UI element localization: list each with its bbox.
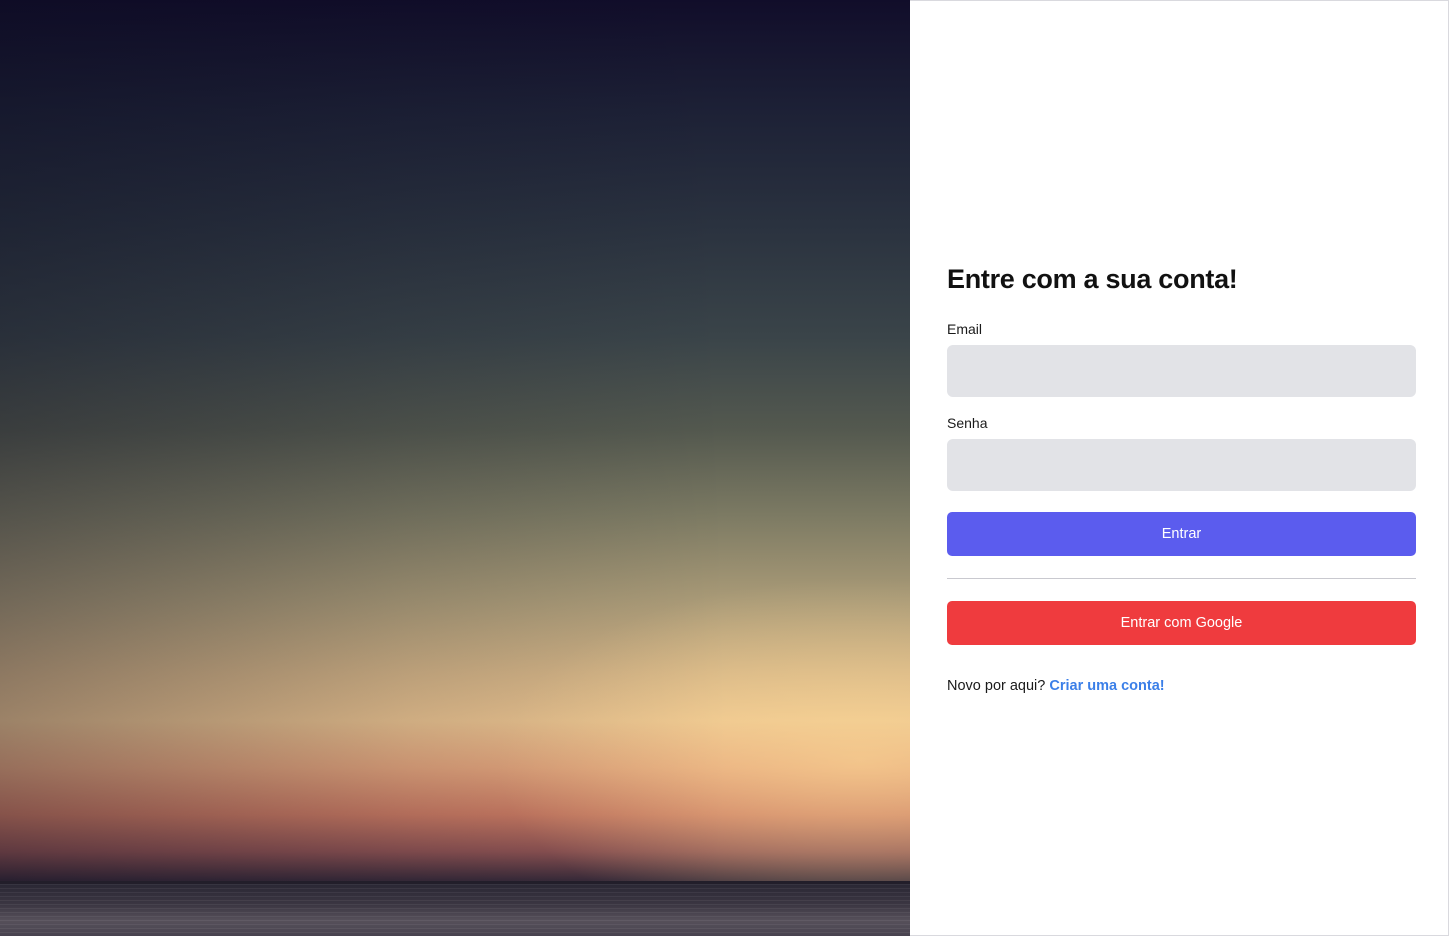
email-label: Email — [947, 321, 983, 337]
divider — [947, 578, 1416, 579]
sea-surface — [0, 884, 910, 936]
signup-prompt-text: Novo por aqui? — [947, 678, 1046, 694]
login-form: Entre com a sua conta! Email Senha Entra… — [947, 259, 1416, 696]
signup-prompt: Novo por aqui? Criar uma conta! — [947, 676, 1416, 696]
login-button[interactable]: Entrar — [947, 512, 1416, 556]
sky-vignette — [0, 0, 910, 936]
email-field[interactable] — [947, 345, 1416, 397]
password-label: Senha — [947, 415, 988, 431]
page-title: Entre com a sua conta! — [947, 264, 1238, 294]
login-page: Entre com a sua conta! Email Senha Entra… — [0, 0, 1450, 936]
create-account-link[interactable]: Criar uma conta! — [1049, 678, 1164, 694]
google-login-button[interactable]: Entrar com Google — [947, 601, 1416, 645]
login-panel: Entre com a sua conta! Email Senha Entra… — [910, 0, 1449, 936]
sunset-background-image — [0, 0, 910, 936]
password-field[interactable] — [947, 439, 1416, 491]
